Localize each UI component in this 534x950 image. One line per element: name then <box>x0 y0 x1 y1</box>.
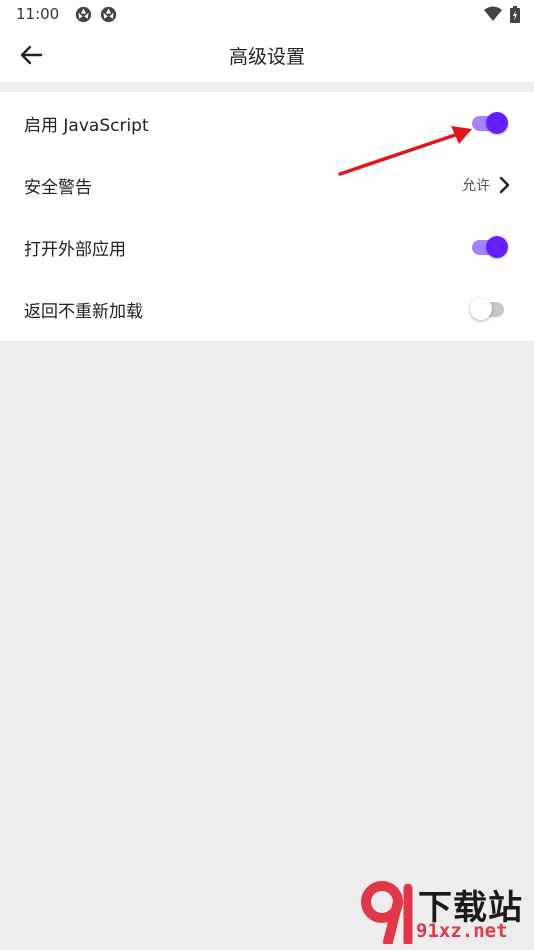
setting-open-external-apps[interactable]: 打开外部应用 <box>0 216 534 278</box>
battery-icon <box>510 5 520 23</box>
setting-label: 返回不重新加载 <box>24 301 143 322</box>
javascript-toggle[interactable] <box>470 111 510 135</box>
settings-list: 启用 JavaScript 安全警告 允许 打开外部应用 返回不重新加载 <box>0 92 534 341</box>
wifi-icon <box>484 6 502 21</box>
setting-enable-javascript[interactable]: 启用 JavaScript <box>0 92 534 154</box>
no-reload-toggle[interactable] <box>470 297 510 321</box>
setting-label: 安全警告 <box>24 177 92 198</box>
setting-security-warning[interactable]: 安全警告 允许 <box>0 154 534 216</box>
setting-no-reload-on-back[interactable]: 返回不重新加载 <box>0 278 534 340</box>
page-title: 高级设置 <box>228 45 305 68</box>
divider <box>0 82 534 92</box>
aperture-icon <box>101 6 117 22</box>
setting-value: 允许 <box>462 178 490 194</box>
chevron-right-icon <box>499 176 510 194</box>
arrow-left-icon <box>20 45 43 65</box>
setting-label: 启用 JavaScript <box>24 115 149 136</box>
status-bar: 11:00 <box>0 0 534 28</box>
toggle-knob <box>486 236 508 258</box>
back-button[interactable] <box>14 39 48 71</box>
aperture-icon <box>76 6 92 22</box>
setting-label: 打开外部应用 <box>24 239 126 260</box>
watermark-url: 91xz.net <box>416 920 508 942</box>
toggle-knob <box>486 112 508 134</box>
watermark-logo-icon <box>361 881 413 944</box>
status-time: 11:00 <box>16 5 60 23</box>
toggle-knob <box>470 298 492 320</box>
app-bar: 高级设置 <box>0 28 534 82</box>
external-apps-toggle[interactable] <box>470 235 510 259</box>
watermark: 下载站 91xz.net <box>358 880 528 946</box>
